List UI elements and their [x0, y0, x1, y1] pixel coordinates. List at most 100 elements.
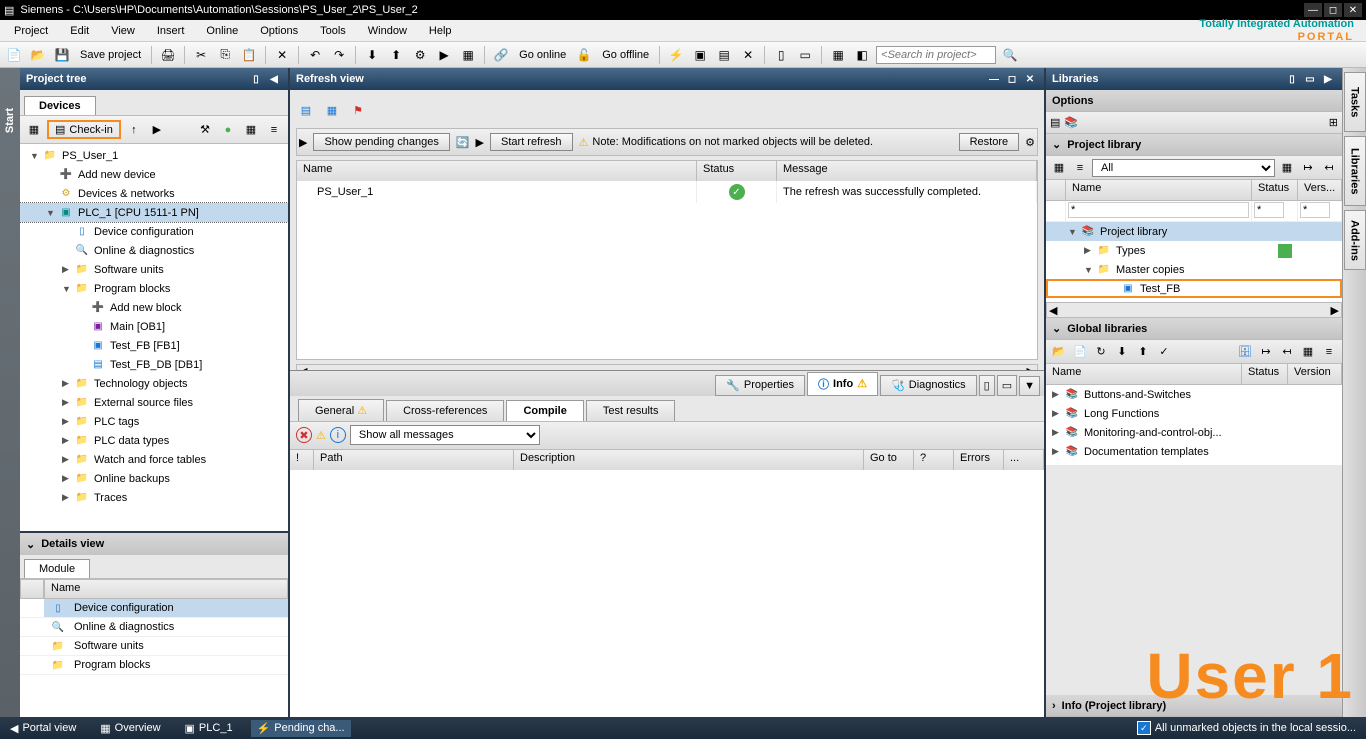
- warn-filter-icon[interactable]: ⚠: [316, 429, 326, 442]
- menu-options[interactable]: Options: [250, 22, 308, 40]
- devices-tab[interactable]: Devices: [24, 96, 96, 115]
- gl-icon9[interactable]: ↤: [1278, 343, 1296, 361]
- compile-icon[interactable]: ⚙: [410, 45, 430, 65]
- tree-node-online-backups[interactable]: ▶📁Online backups: [20, 469, 288, 488]
- tasks-tab[interactable]: Tasks: [1344, 72, 1366, 132]
- open-project-icon[interactable]: 📂: [28, 45, 48, 65]
- minimize-button[interactable]: —: [1304, 3, 1322, 17]
- info-layout1-icon[interactable]: ▯: [979, 375, 995, 396]
- opt-expand-icon[interactable]: ⊞: [1329, 116, 1338, 129]
- split-v-icon[interactable]: ▭: [795, 45, 815, 65]
- tool4-icon[interactable]: ✕: [738, 45, 758, 65]
- tree-node-watch-force[interactable]: ▶📁Watch and force tables: [20, 450, 288, 469]
- subtab-test[interactable]: Test results: [586, 400, 676, 421]
- rv-play2-icon[interactable]: ▶: [476, 136, 484, 149]
- gl-node-0[interactable]: ▶📚Buttons-and-Switches: [1046, 385, 1342, 404]
- tree-node-main-ob[interactable]: ▣Main [OB1]: [20, 317, 288, 336]
- message-filter-select[interactable]: Show all messages: [350, 425, 540, 445]
- go-offline-button[interactable]: Go offline: [598, 49, 653, 61]
- tree-node-plc-dtypes[interactable]: ▶📁PLC data types: [20, 431, 288, 450]
- tree-node-ext-src[interactable]: ▶📁External source files: [20, 393, 288, 412]
- info-filter-icon[interactable]: i: [330, 427, 346, 443]
- overview-item[interactable]: ▦Overview: [94, 720, 166, 737]
- pt-network-icon[interactable]: ⚒: [195, 120, 215, 140]
- tree-node-sw-units[interactable]: ▶📁Software units: [20, 260, 288, 279]
- new-project-icon[interactable]: 📄: [4, 45, 24, 65]
- menu-tools[interactable]: Tools: [310, 22, 356, 40]
- tab-diagnostics[interactable]: 🩺Diagnostics: [880, 375, 977, 396]
- save-icon[interactable]: 💾: [52, 45, 72, 65]
- tree-node-add-block[interactable]: ➕Add new block: [20, 298, 288, 317]
- menu-insert[interactable]: Insert: [147, 22, 195, 40]
- download-icon[interactable]: ⬇: [362, 45, 382, 65]
- tree-node-add-device[interactable]: ➕Add new device: [20, 165, 288, 184]
- gl-node-1[interactable]: ▶📚Long Functions: [1046, 404, 1342, 423]
- tool5-icon[interactable]: ▦: [828, 45, 848, 65]
- gl-icon8[interactable]: ↦: [1257, 343, 1275, 361]
- pl-h-scroll[interactable]: ◀▶: [1046, 302, 1342, 318]
- undo-icon[interactable]: ↶: [305, 45, 325, 65]
- device-icon[interactable]: ▦: [458, 45, 478, 65]
- restore-button[interactable]: Restore: [959, 133, 1020, 151]
- refresh-row-1[interactable]: PS_User_1 ✓ The refresh was successfully…: [297, 181, 1037, 203]
- pl-filter-status[interactable]: [1254, 202, 1284, 218]
- lib-node-test-fb[interactable]: ▣Test_FB: [1046, 279, 1342, 298]
- addins-tab[interactable]: Add-ins: [1344, 210, 1366, 270]
- details-row-swunits[interactable]: 📁Software units: [44, 637, 288, 656]
- tree-node-plc-tags[interactable]: ▶📁PLC tags: [20, 412, 288, 431]
- delete-icon[interactable]: ✕: [272, 45, 292, 65]
- menu-project[interactable]: Project: [4, 22, 58, 40]
- rv-icon2[interactable]: ▦: [322, 100, 342, 120]
- show-pending-button[interactable]: Show pending changes: [313, 133, 449, 151]
- details-row-devconfig[interactable]: ▯Device configuration: [44, 599, 288, 618]
- lib-layout1-icon[interactable]: ▯: [1284, 71, 1300, 87]
- go-offline-icon[interactable]: 🔓: [574, 45, 594, 65]
- tree-node-traces[interactable]: ▶📁Traces: [20, 488, 288, 507]
- details-header[interactable]: ⌄ Details view: [20, 533, 288, 555]
- global-libraries-header[interactable]: ⌄ Global libraries: [1046, 318, 1342, 340]
- info-layout2-icon[interactable]: ▭: [997, 375, 1017, 396]
- menu-window[interactable]: Window: [358, 22, 417, 40]
- rv-min-icon[interactable]: —: [986, 71, 1002, 87]
- error-filter-icon[interactable]: ✖: [296, 427, 312, 443]
- rv-flag-icon[interactable]: ⚑: [348, 100, 368, 120]
- upload-icon[interactable]: ⬆: [386, 45, 406, 65]
- pl-filter-name[interactable]: [1068, 202, 1249, 218]
- library-filter-select[interactable]: All: [1092, 159, 1275, 177]
- details-row-diag[interactable]: 🔍Online & diagnostics: [44, 618, 288, 637]
- module-tab[interactable]: Module: [24, 559, 90, 578]
- tree-node-device-config[interactable]: ▯Device configuration: [20, 222, 288, 241]
- go-online-icon[interactable]: 🔗: [491, 45, 511, 65]
- rv-settings-icon[interactable]: ⚙: [1025, 136, 1035, 149]
- gl-icon7[interactable]: 🗄: [1236, 343, 1254, 361]
- redo-icon[interactable]: ↷: [329, 45, 349, 65]
- gl-icon3[interactable]: ↻: [1092, 343, 1110, 361]
- libraries-tab[interactable]: Libraries: [1344, 136, 1366, 206]
- lib-layout2-icon[interactable]: ▭: [1302, 71, 1318, 87]
- gl-icon10[interactable]: ▦: [1299, 343, 1317, 361]
- simulate-icon[interactable]: ▶: [434, 45, 454, 65]
- gl-icon4[interactable]: ⬇: [1113, 343, 1131, 361]
- pl-icon2[interactable]: ≡: [1071, 159, 1089, 177]
- copy-icon[interactable]: ⎘: [215, 45, 235, 65]
- maximize-button[interactable]: ◻: [1324, 3, 1342, 17]
- gl-icon5[interactable]: ⬆: [1134, 343, 1152, 361]
- gl-node-3[interactable]: ▶📚Documentation templates: [1046, 442, 1342, 461]
- tree-node-test-fb[interactable]: ▣Test_FB [FB1]: [20, 336, 288, 355]
- print-icon[interactable]: 🖨: [158, 45, 178, 65]
- menu-online[interactable]: Online: [196, 22, 248, 40]
- lib-node-project-library[interactable]: ▼📚Project library: [1046, 222, 1342, 241]
- cut-icon[interactable]: ✂: [191, 45, 211, 65]
- tool3-icon[interactable]: ▤: [714, 45, 734, 65]
- portal-view-button[interactable]: ◀Portal view: [4, 720, 82, 737]
- tool1-icon[interactable]: ⚡: [666, 45, 686, 65]
- tool6-icon[interactable]: ◧: [852, 45, 872, 65]
- pl-import-icon[interactable]: ↦: [1299, 159, 1317, 177]
- project-library-header[interactable]: ⌄ Project library: [1046, 134, 1342, 156]
- pt-list-icon[interactable]: ≡: [264, 120, 284, 140]
- search-input[interactable]: [876, 46, 996, 64]
- menu-edit[interactable]: Edit: [60, 22, 99, 40]
- lib-node-types[interactable]: ▶📁Types: [1046, 241, 1342, 260]
- split-h-icon[interactable]: ▯: [771, 45, 791, 65]
- search-go-icon[interactable]: 🔍: [1000, 45, 1020, 65]
